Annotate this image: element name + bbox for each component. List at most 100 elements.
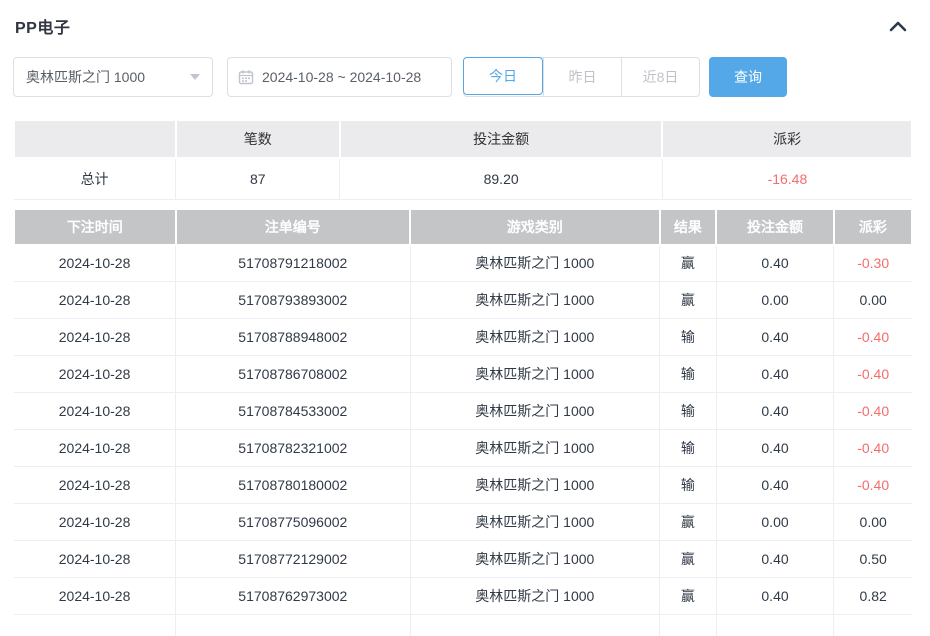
cell-bet-amount: 0.40 [716,393,834,430]
date-range-picker[interactable]: 2024-10-28 ~ 2024-10-28 [227,57,452,97]
detail-header-game-category: 游戏类别 [410,209,660,245]
last8days-button[interactable]: 近8日 [621,58,699,96]
summary-header-payout: 派彩 [662,120,912,158]
yesterday-button[interactable]: 昨日 [543,58,621,96]
cell-game-category: 奥林匹斯之门 1000 [410,245,660,282]
cell-bet-amount: 0.40 [716,319,834,356]
table-row: 2024-10-28 51708786708002 奥林匹斯之门 1000 输 … [14,356,912,393]
cell-bet-time: 2024-10-28 [14,578,176,615]
table-row: 2024-10-28 51708793893002 奥林匹斯之门 1000 赢 … [14,282,912,319]
summary-table: 笔数 投注金额 派彩 总计 87 89.20 -16.48 [13,119,913,200]
today-button[interactable]: 今日 [463,57,543,95]
cell-result: 赢 [660,504,717,541]
cell-bet-id: 51708784533002 [176,393,410,430]
cell-bet-id: 51708793893002 [176,282,410,319]
cell-game-category: 奥林匹斯之门 1000 [410,282,660,319]
cell-bet-id: 51708780180002 [176,467,410,504]
summary-total-payout: -16.48 [662,158,912,199]
cell-result: 赢 [660,245,717,282]
cell-game-category: 奥林匹斯之门 1000 [410,504,660,541]
detail-header-bet-id: 注单编号 [176,209,410,245]
cell-bet-amount: 0.40 [716,430,834,467]
query-button[interactable]: 查询 [709,57,787,97]
cell-payout: -0.40 [834,393,912,430]
summary-total-row: 总计 87 89.20 -16.48 [14,158,912,199]
cell-game-category: 奥林匹斯之门 1000 [410,356,660,393]
cell-bet-amount: 0.40 [716,578,834,615]
cell-payout: 0.82 [834,578,912,615]
table-row: 2024-10-28 51708788948002 奥林匹斯之门 1000 输 … [14,319,912,356]
cell-bet-id: 51708775096002 [176,504,410,541]
detail-header-bet-amount: 投注金额 [716,209,834,245]
detail-header-row: 下注时间 注单编号 游戏类别 结果 投注金额 派彩 [14,209,912,245]
cell-bet-id: 51708782321002 [176,430,410,467]
summary-header-row: 笔数 投注金额 派彩 [14,120,912,158]
game-select-value: 奥林匹斯之门 1000 [26,67,145,87]
table-row: 2024-10-28 51708762973002 奥林匹斯之门 1000 赢 … [14,578,912,615]
cell-result: 输 [660,430,717,467]
cell-bet-time: 2024-10-28 [14,467,176,504]
cell-payout: -0.40 [834,356,912,393]
summary-total-label: 总计 [14,158,176,199]
cell-game-category: 奥林匹斯之门 1000 [410,578,660,615]
cell-bet-id: 51708788948002 [176,319,410,356]
chevron-down-icon [190,74,200,80]
detail-header-payout: 派彩 [834,209,912,245]
detail-header-result: 结果 [660,209,717,245]
cell-bet-time: 2024-10-28 [14,393,176,430]
cell-payout: 0.00 [834,282,912,319]
table-row: 2024-10-28 51708791218002 奥林匹斯之门 1000 赢 … [14,245,912,282]
cell-result: 输 [660,319,717,356]
chevron-up-icon [889,20,907,32]
cell-bet-amount: 0.40 [716,356,834,393]
cell-game-category: 奥林匹斯之门 1000 [410,393,660,430]
cell-game-category: 奥林匹斯之门 1000 [410,430,660,467]
cell-bet-amount: 0.00 [716,504,834,541]
table-row-partial [14,615,912,636]
cell-game-category: 奥林匹斯之门 1000 [410,541,660,578]
cell-bet-time: 2024-10-28 [14,504,176,541]
date-range-value: 2024-10-28 ~ 2024-10-28 [262,69,421,85]
cell-result: 输 [660,393,717,430]
table-row: 2024-10-28 51708772129002 奥林匹斯之门 1000 赢 … [14,541,912,578]
summary-header-empty [14,120,176,158]
cell-payout: 0.00 [834,504,912,541]
cell-result: 赢 [660,541,717,578]
detail-header-bet-time: 下注时间 [14,209,176,245]
cell-bet-time: 2024-10-28 [14,541,176,578]
bet-records-table: 下注时间 注单编号 游戏类别 结果 投注金额 派彩 2024-10-28 517… [13,208,913,636]
summary-header-count: 笔数 [176,120,340,158]
cell-payout: -0.40 [834,319,912,356]
cell-bet-time: 2024-10-28 [14,319,176,356]
cell-bet-time: 2024-10-28 [14,356,176,393]
cell-bet-amount: 0.40 [716,245,834,282]
quick-range-group: 今日 昨日 近8日 [463,57,700,97]
summary-total-count: 87 [176,158,340,199]
cell-payout: -0.30 [834,245,912,282]
game-select[interactable]: 奥林匹斯之门 1000 [13,57,213,97]
cell-result: 输 [660,356,717,393]
cell-bet-time: 2024-10-28 [14,245,176,282]
cell-bet-id: 51708786708002 [176,356,410,393]
cell-result: 输 [660,467,717,504]
table-row: 2024-10-28 51708784533002 奥林匹斯之门 1000 输 … [14,393,912,430]
pp-electronic-panel: PP电子 奥林匹斯之门 1000 [0,0,930,636]
cell-bet-amount: 0.40 [716,467,834,504]
cell-payout: -0.40 [834,467,912,504]
cell-game-category: 奥林匹斯之门 1000 [410,319,660,356]
cell-bet-id: 51708791218002 [176,245,410,282]
cell-bet-id: 51708772129002 [176,541,410,578]
table-row: 2024-10-28 51708782321002 奥林匹斯之门 1000 输 … [14,430,912,467]
filter-bar: 奥林匹斯之门 1000 2024-10-28 ~ 2024-10-28 [13,57,913,97]
summary-total-bet-amount: 89.20 [340,158,662,199]
cell-bet-time: 2024-10-28 [14,430,176,467]
cell-payout: 0.50 [834,541,912,578]
panel-header: PP电子 [13,14,913,38]
cell-result: 赢 [660,578,717,615]
cell-bet-time: 2024-10-28 [14,282,176,319]
collapse-button[interactable] [885,15,911,37]
table-row: 2024-10-28 51708780180002 奥林匹斯之门 1000 输 … [14,467,912,504]
cell-bet-amount: 0.00 [716,282,834,319]
calendar-icon [238,69,254,85]
cell-payout: -0.40 [834,430,912,467]
